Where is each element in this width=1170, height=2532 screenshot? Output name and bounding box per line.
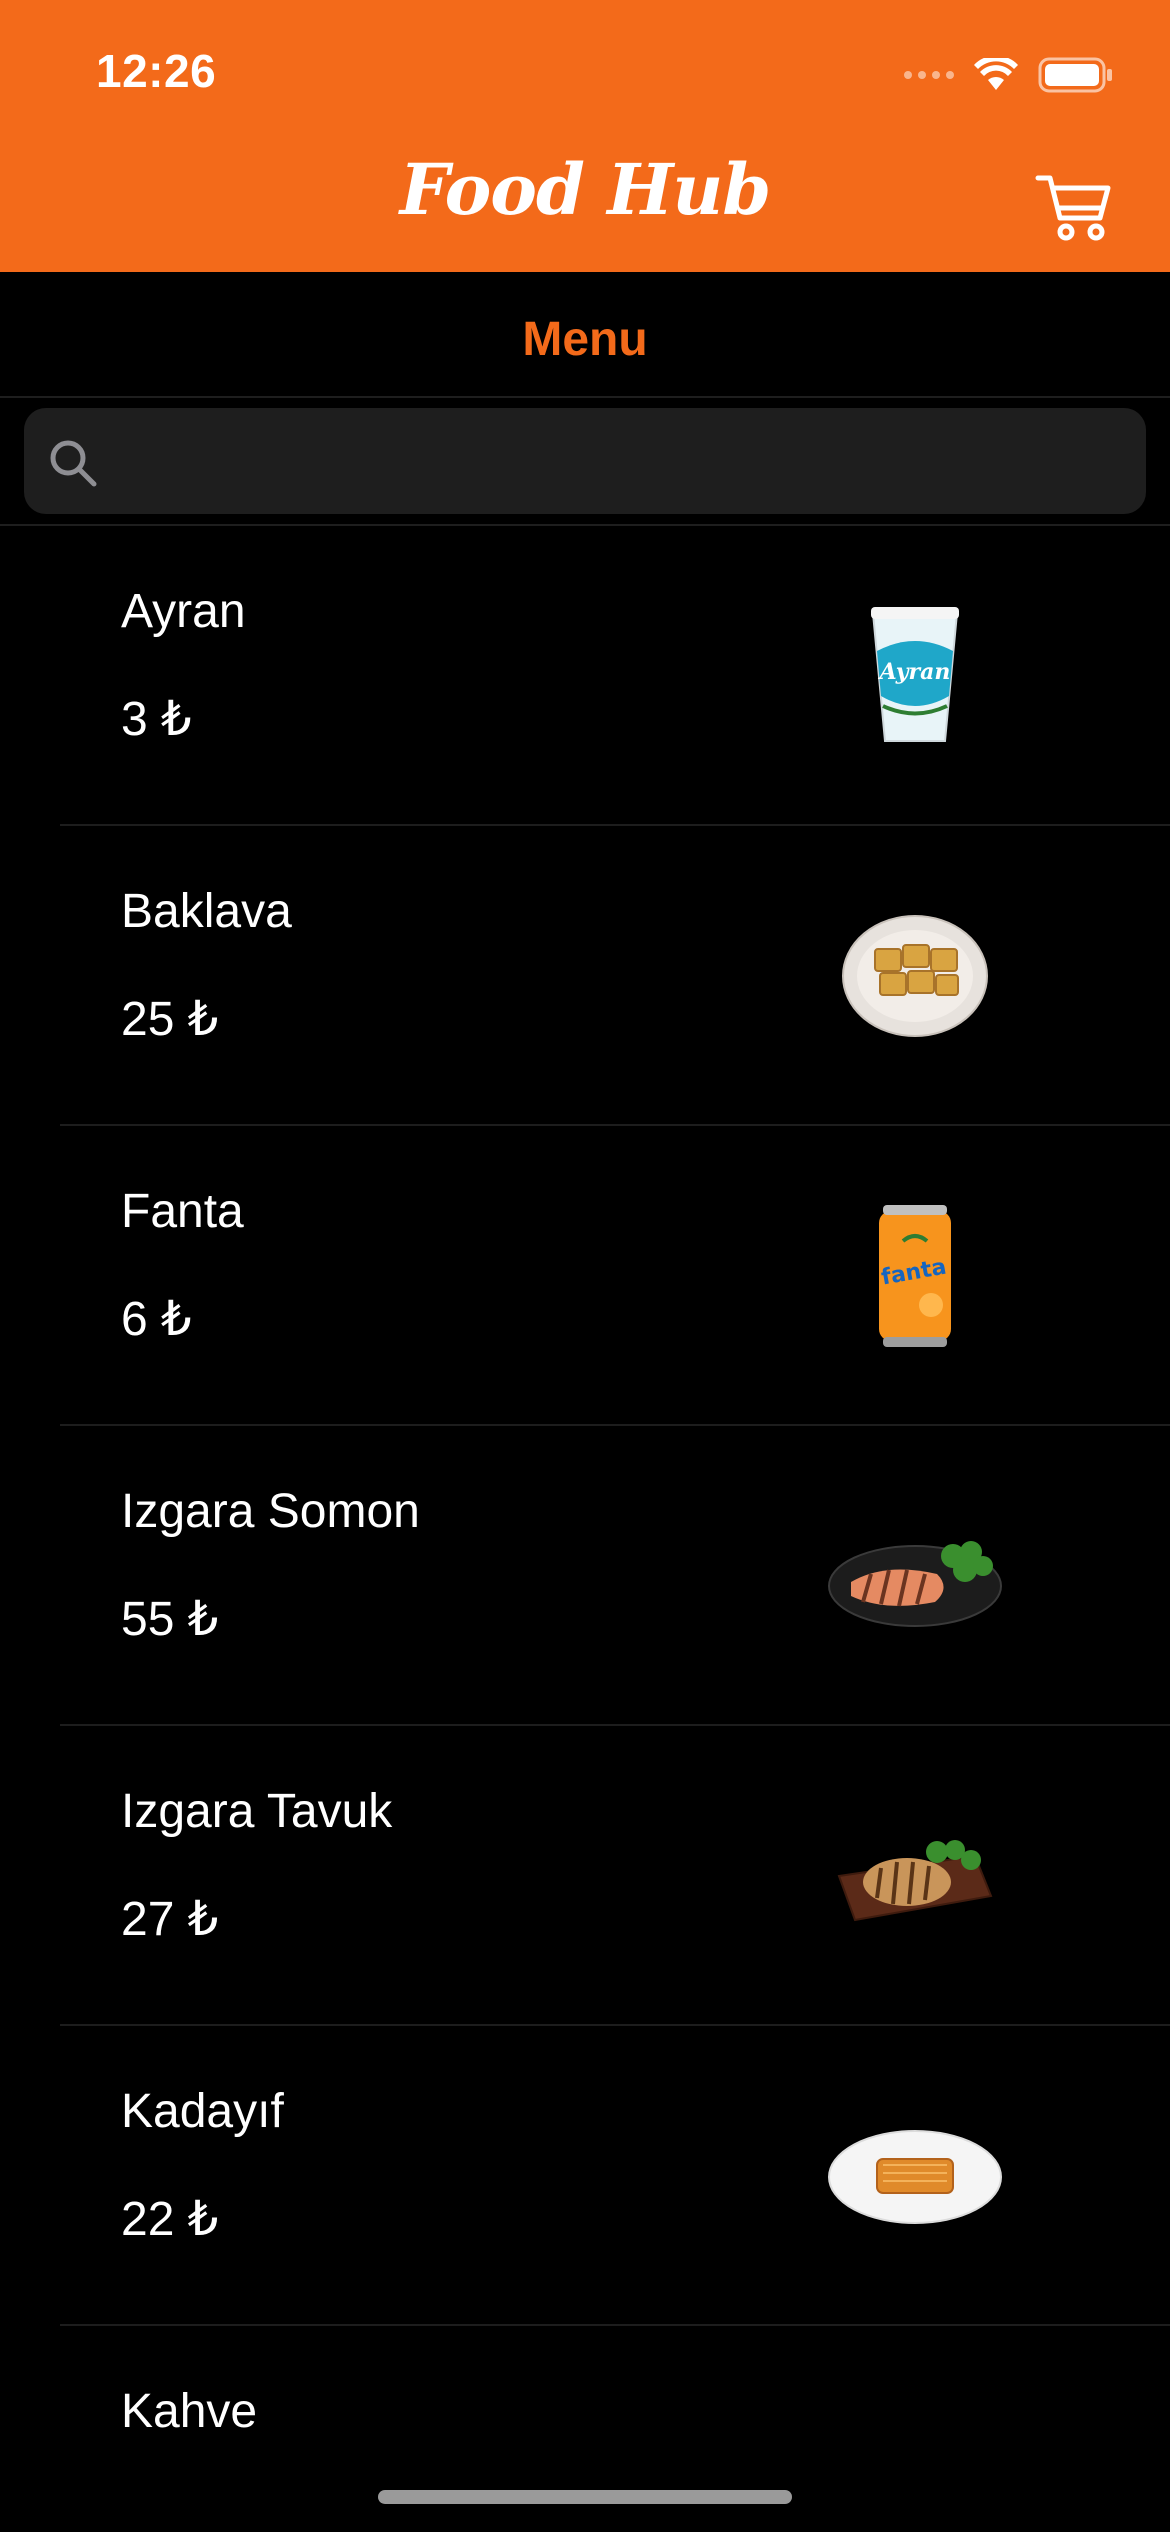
item-price: 27 ₺ bbox=[121, 1893, 219, 1946]
item-price: 25 ₺ bbox=[121, 993, 219, 1046]
grilled-chicken-image bbox=[820, 1781, 1010, 1971]
item-price: 22 ₺ bbox=[121, 2193, 219, 2246]
coffee-image bbox=[820, 2381, 1010, 2432]
item-name: Kahve bbox=[121, 2385, 258, 2432]
list-item[interactable]: Izgara Somon 55 ₺ bbox=[0, 1426, 1170, 1726]
svg-text:Ayran: Ayran bbox=[878, 659, 951, 685]
list-item[interactable]: Kahve bbox=[0, 2326, 1170, 2432]
ayran-cup-image: Ayran bbox=[820, 581, 1010, 771]
item-price: 6 ₺ bbox=[121, 1293, 192, 1346]
item-name: Kadayıf bbox=[121, 2085, 284, 2138]
item-price: 3 ₺ bbox=[121, 693, 192, 746]
app-title: Food Hub bbox=[399, 148, 772, 231]
item-name: Fanta bbox=[121, 1185, 244, 1238]
baklava-plate-image bbox=[820, 881, 1010, 1071]
battery-icon bbox=[1038, 57, 1112, 93]
list-item[interactable]: Baklava 25 ₺ bbox=[0, 826, 1170, 1126]
cart-icon[interactable] bbox=[1034, 172, 1114, 242]
item-price: 55 ₺ bbox=[121, 1593, 219, 1646]
app-header: 12:26 Food Hub bbox=[0, 0, 1170, 272]
menu-title: Menu bbox=[522, 313, 648, 366]
kadayif-plate-image bbox=[820, 2081, 1010, 2271]
list-item[interactable]: Ayran 3 ₺ Ayran bbox=[0, 526, 1170, 826]
item-name: Izgara Somon bbox=[121, 1485, 420, 1538]
wifi-icon bbox=[974, 58, 1018, 90]
search-bar bbox=[0, 398, 1170, 526]
fanta-can-image: fanta bbox=[820, 1181, 1010, 1371]
menu-tab: Menu bbox=[0, 272, 1170, 398]
search-icon bbox=[50, 440, 97, 487]
status-icons bbox=[904, 50, 1114, 100]
list-item[interactable]: Kadayıf 22 ₺ bbox=[0, 2026, 1170, 2326]
status-time: 12:26 bbox=[96, 45, 217, 97]
search-input[interactable] bbox=[120, 426, 1120, 496]
menu-list[interactable]: Ayran 3 ₺ Ayran Baklava 25 ₺ Fanta 6 ₺ f… bbox=[0, 526, 1170, 2432]
list-item[interactable]: Fanta 6 ₺ fanta bbox=[0, 1126, 1170, 1426]
item-name: Izgara Tavuk bbox=[121, 1785, 393, 1838]
search-field[interactable] bbox=[24, 408, 1146, 514]
item-name: Baklava bbox=[121, 885, 292, 938]
cellular-signal-icon bbox=[904, 71, 954, 79]
item-name: Ayran bbox=[121, 585, 246, 638]
list-item[interactable]: Izgara Tavuk 27 ₺ bbox=[0, 1726, 1170, 2026]
grilled-salmon-image bbox=[820, 1481, 1010, 1671]
home-indicator bbox=[378, 2490, 792, 2504]
